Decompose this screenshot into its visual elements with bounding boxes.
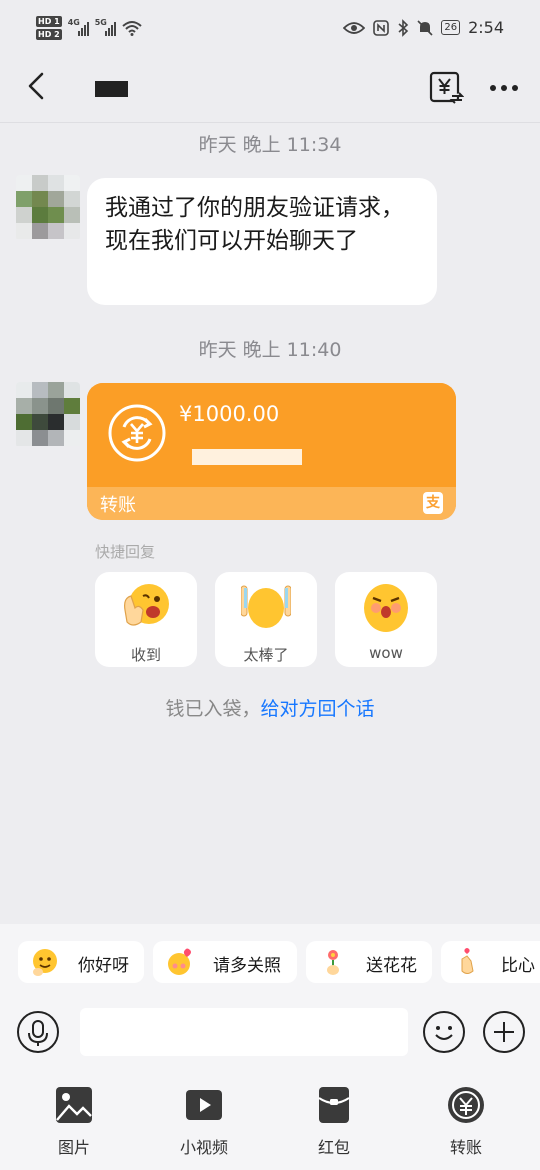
transfer-card-footer: 转账 支 xyxy=(87,487,456,520)
tool-label: 红包 xyxy=(317,1138,350,1157)
emoji-chip[interactable]: 比心 xyxy=(441,941,540,983)
eye-icon xyxy=(343,21,366,34)
tool-image[interactable]: 图片 xyxy=(34,1084,114,1162)
surprised-emoji-icon xyxy=(364,584,408,632)
function-toolbar: 图片 小视频 红包 转账 xyxy=(0,1084,540,1164)
composer xyxy=(0,1004,540,1060)
status-bar: HD 1 HD 2 4G 5G 26 2:54 xyxy=(0,0,540,60)
flower-emoji-icon xyxy=(327,950,339,975)
finger-heart-emoji-icon xyxy=(461,948,474,974)
hd2-badge: HD 2 xyxy=(36,29,62,40)
signal-icon: 5G xyxy=(94,18,116,36)
message-timestamp: 昨天 晚上 11:34 xyxy=(198,134,342,156)
signal-icon: 4G xyxy=(67,18,89,36)
message-bubble[interactable]: 我通过了你的朋友验证请求，现在我们可以开始聊天了 xyxy=(87,178,437,305)
quick-reply-item[interactable]: wow xyxy=(335,572,437,667)
transfer-card[interactable]: ¥1000.00 转账 支 xyxy=(87,383,456,520)
message-input[interactable] xyxy=(80,1008,408,1056)
quick-reply-label: 收到 xyxy=(130,646,161,664)
bottom-panel: 你好呀 请多关照 送花花 比心 图片 小视频 红包 转账 xyxy=(0,924,540,1170)
yuan-coin-icon xyxy=(108,404,166,462)
alipay-icon: 支 xyxy=(423,492,443,514)
red-packet-icon xyxy=(318,1087,350,1123)
heart-emoji-icon xyxy=(168,948,191,975)
plus-icon xyxy=(494,1022,514,1042)
wave-emoji-icon xyxy=(33,949,57,976)
chat-contact-name[interactable] xyxy=(95,81,128,97)
quick-reply-item[interactable]: 收到 xyxy=(95,572,197,667)
voice-button[interactable] xyxy=(17,1011,59,1053)
mute-bell-icon xyxy=(417,19,433,36)
ok-hand-emoji-icon xyxy=(124,584,169,626)
emoji-chip-label: 请多关照 xyxy=(213,956,281,976)
reply-link[interactable]: 给对方回个话 xyxy=(261,698,375,720)
battery-level: 26 xyxy=(441,20,461,35)
emoji-button[interactable] xyxy=(423,1011,465,1053)
plus-button[interactable] xyxy=(483,1011,525,1053)
chevron-left-icon[interactable] xyxy=(22,70,54,102)
emoji-shortcut-bar: 你好呀 请多关照 送花花 比心 xyxy=(0,941,540,985)
avatar[interactable] xyxy=(16,382,80,448)
message-timestamp: 昨天 晚上 11:40 xyxy=(198,339,342,361)
emoji-chip-label: 比心 xyxy=(501,956,535,976)
clock: 2:54 xyxy=(468,18,504,37)
tool-transfer[interactable]: 转账 xyxy=(426,1084,506,1162)
quick-reply-item[interactable]: 太棒了 xyxy=(215,572,317,667)
quick-reply-title: 快捷回复 xyxy=(95,543,156,561)
quick-reply-label: 太棒了 xyxy=(243,646,289,664)
quick-reply-label: wow xyxy=(369,644,403,662)
emoji-chip-label: 送花花 xyxy=(366,956,417,976)
video-icon xyxy=(186,1090,222,1120)
transfer-label: 转账 xyxy=(100,495,136,516)
hd1-badge: HD 1 xyxy=(36,16,62,27)
yuan-transfer-icon[interactable] xyxy=(428,70,464,106)
emoji-chip[interactable]: 送花花 xyxy=(306,941,432,983)
transfer-card-body: ¥1000.00 xyxy=(87,383,456,487)
wifi-icon xyxy=(122,21,142,36)
transfer-amount: ¥1000.00 xyxy=(179,402,280,426)
more-dots-icon[interactable] xyxy=(488,72,520,104)
avatar[interactable] xyxy=(16,175,80,241)
microphone-icon xyxy=(28,1020,48,1046)
emoji-chip[interactable]: 请多关照 xyxy=(153,941,297,983)
thumbs-up-emoji-icon xyxy=(241,585,291,628)
tool-video[interactable]: 小视频 xyxy=(164,1084,244,1162)
chat-header xyxy=(0,60,540,123)
message-text: 我通过了你的朋友验证请求，现在我们可以开始聊天了 xyxy=(105,195,404,254)
nfc-icon xyxy=(373,19,390,36)
emoji-chip[interactable]: 你好呀 xyxy=(18,941,144,983)
image-icon xyxy=(56,1087,92,1123)
bluetooth-icon xyxy=(398,18,409,37)
received-text: 钱已入袋， xyxy=(165,698,261,720)
transfer-icon xyxy=(448,1087,484,1123)
money-received-notice: 钱已入袋，给对方回个话 xyxy=(0,694,540,721)
network-type-2: 5G xyxy=(94,18,107,27)
tool-label: 转账 xyxy=(449,1138,482,1157)
tool-red-packet[interactable]: 红包 xyxy=(294,1084,374,1162)
tool-label: 图片 xyxy=(57,1138,90,1157)
emoji-chip-label: 你好呀 xyxy=(78,956,129,976)
smiley-icon xyxy=(435,1026,453,1040)
network-type-1: 4G xyxy=(67,18,80,27)
transfer-note-redacted xyxy=(192,449,302,465)
tool-label: 小视频 xyxy=(179,1138,228,1157)
